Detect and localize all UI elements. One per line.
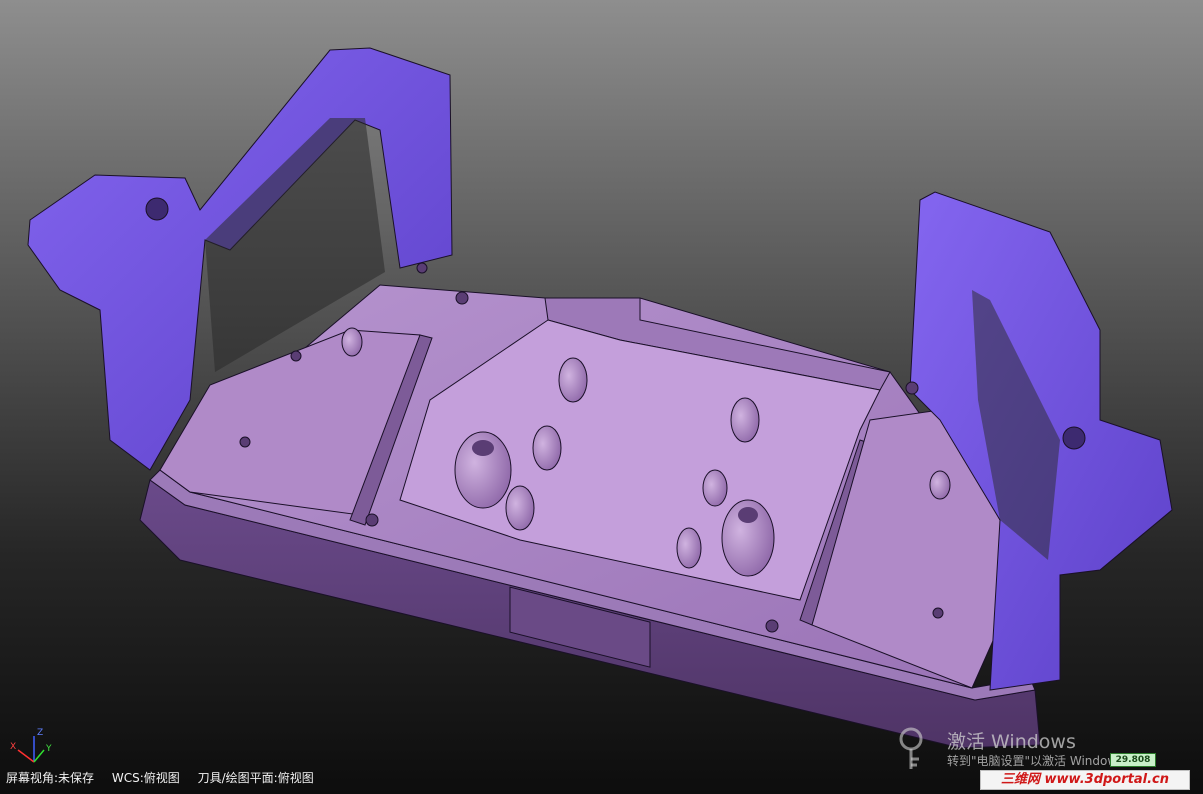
boss-hole: [738, 507, 758, 523]
left-handle-hole: [145, 197, 169, 221]
view-status[interactable]: 屏幕视角:未保存: [6, 771, 94, 785]
boss: [929, 470, 951, 500]
screw-hole: [765, 619, 779, 633]
watermark-subtitle: 转到"电脑设置"以激活 Windows。: [947, 754, 1136, 768]
scale-value: 29.808: [1110, 753, 1156, 767]
boss: [702, 469, 728, 507]
screw-hole: [905, 381, 919, 395]
axis-y-label: Y: [46, 744, 52, 754]
screw-hole: [290, 350, 302, 362]
key-icon: [899, 727, 923, 769]
boss: [730, 397, 760, 443]
right-handle-hole: [1062, 426, 1086, 450]
boss: [341, 327, 363, 357]
axis-x-label: X: [10, 742, 17, 752]
screw-hole: [455, 291, 469, 305]
axis-z-label: Z: [37, 728, 44, 738]
screw-hole: [416, 262, 428, 274]
boss: [558, 357, 588, 403]
boss: [532, 425, 562, 471]
status-bar: 屏幕视角:未保存 WCS:俯视图 刀具/绘图平面:俯视图: [6, 769, 328, 787]
axis-triad: Z X Y: [4, 728, 54, 768]
tool-plane-status[interactable]: 刀具/绘图平面:俯视图: [198, 771, 314, 785]
activation-watermark: 激活 Windows 转到"电脑设置"以激活 Windows。: [895, 725, 1135, 775]
boss: [676, 527, 702, 569]
boss-hole: [472, 440, 494, 456]
cad-model-housing[interactable]: [0, 0, 1203, 794]
screw-hole: [932, 607, 944, 619]
wcs-status[interactable]: WCS:俯视图: [112, 771, 180, 785]
site-logo: 三维网 www.3dportal.cn: [980, 770, 1190, 790]
screw-hole: [365, 513, 379, 527]
watermark-title: 激活 Windows: [947, 731, 1076, 753]
cad-viewport[interactable]: [0, 0, 1203, 794]
boss: [505, 485, 535, 531]
screw-hole: [239, 436, 251, 448]
